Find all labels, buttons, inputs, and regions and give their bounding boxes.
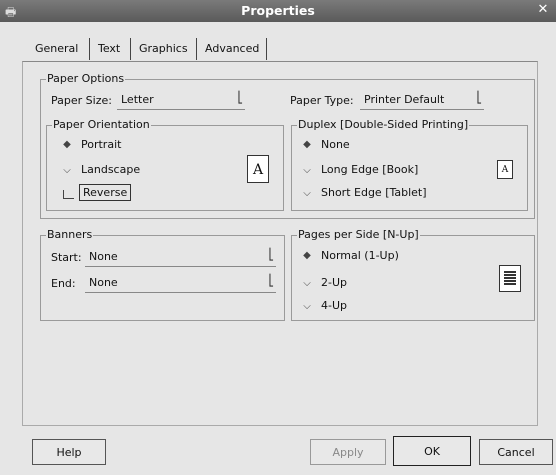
cancel-button-label: Cancel: [497, 446, 535, 459]
banner-start-value: None: [89, 250, 118, 263]
nup-1up-label[interactable]: Normal (1-Up): [321, 249, 399, 262]
window-title: Properties: [241, 3, 315, 18]
banner-end-value: None: [89, 276, 118, 289]
tab-divider: [130, 38, 131, 60]
paper-type-select[interactable]: Printer Default ⎣: [360, 91, 484, 110]
banner-end-label: End:: [51, 277, 76, 290]
orientation-preview-icon: A: [247, 155, 269, 183]
duplex-short-edge-label[interactable]: Short Edge [Tablet]: [321, 186, 427, 199]
reverse-checkbox[interactable]: [63, 190, 74, 199]
paper-size-label: Paper Size:: [51, 94, 112, 107]
tab-text[interactable]: Text: [92, 36, 126, 62]
preview-letter: A: [501, 165, 509, 175]
duplex-long-edge-label[interactable]: Long Edge [Book]: [321, 163, 418, 176]
radio-unselected-icon[interactable]: ⌵: [301, 188, 313, 200]
radio-selected-icon[interactable]: ◆: [301, 139, 313, 151]
nup-2up-label[interactable]: 2-Up: [321, 276, 347, 289]
tab-advanced[interactable]: Advanced: [199, 36, 265, 62]
tab-divider: [266, 38, 267, 60]
tab-label: Graphics: [139, 42, 188, 55]
paper-size-value: Letter: [121, 93, 154, 106]
tab-divider: [89, 38, 90, 60]
banner-end-select[interactable]: None ⎣: [85, 274, 276, 293]
ok-button-label: OK: [424, 445, 440, 458]
nup-legend: Pages per Side [N-Up]: [297, 228, 420, 241]
paper-options-legend: Paper Options: [46, 72, 126, 85]
paper-size-select[interactable]: Letter ⎣: [117, 91, 245, 110]
nup-preview-icon: [499, 265, 521, 292]
dropdown-arrow-icon: ⎣: [476, 91, 483, 104]
duplex-preview-icon: A: [497, 160, 513, 179]
paper-type-value: Printer Default: [364, 93, 445, 106]
preview-letter: A: [252, 162, 264, 178]
close-icon[interactable]: ✕: [536, 3, 550, 17]
dropdown-arrow-icon: ⎣: [268, 248, 275, 261]
banners-legend: Banners: [46, 228, 94, 241]
paper-type-label: Paper Type:: [290, 94, 354, 107]
tab-label: General: [35, 42, 79, 55]
nup-4up-label[interactable]: 4-Up: [321, 299, 347, 312]
paper-orientation-legend: Paper Orientation: [52, 118, 151, 131]
apply-button-label: Apply: [332, 446, 364, 459]
radio-unselected-icon[interactable]: ⌵: [301, 278, 313, 290]
dropdown-arrow-icon: ⎣: [237, 91, 244, 104]
tab-label: Text: [98, 42, 121, 55]
duplex-none-label[interactable]: None: [321, 138, 350, 151]
radio-unselected-icon[interactable]: ⌵: [61, 165, 73, 177]
tab-graphics[interactable]: Graphics: [133, 36, 194, 62]
apply-button[interactable]: Apply: [310, 439, 386, 465]
cancel-button[interactable]: Cancel: [479, 439, 553, 465]
ok-button[interactable]: OK: [393, 436, 471, 466]
radio-unselected-icon[interactable]: ⌵: [301, 301, 313, 313]
banner-start-label: Start:: [51, 251, 82, 264]
radio-selected-icon[interactable]: ◆: [301, 250, 313, 262]
banner-start-select[interactable]: None ⎣: [85, 248, 276, 267]
tab-divider: [196, 38, 197, 60]
duplex-legend: Duplex [Double-Sided Printing]: [297, 118, 470, 131]
landscape-radio-label[interactable]: Landscape: [81, 163, 140, 176]
help-button-label: Help: [56, 446, 82, 459]
radio-selected-icon[interactable]: ◆: [61, 139, 73, 151]
radio-unselected-icon[interactable]: ⌵: [301, 165, 313, 177]
reverse-checkbox-label[interactable]: Reverse: [79, 184, 132, 201]
tab-general[interactable]: General: [29, 36, 85, 62]
help-button[interactable]: Help: [32, 439, 106, 465]
dropdown-arrow-icon: ⎣: [268, 274, 275, 287]
title-bar: 🖶 Properties ✕: [0, 0, 556, 22]
tab-label: Advanced: [205, 42, 260, 55]
portrait-radio-label[interactable]: Portrait: [81, 138, 121, 151]
